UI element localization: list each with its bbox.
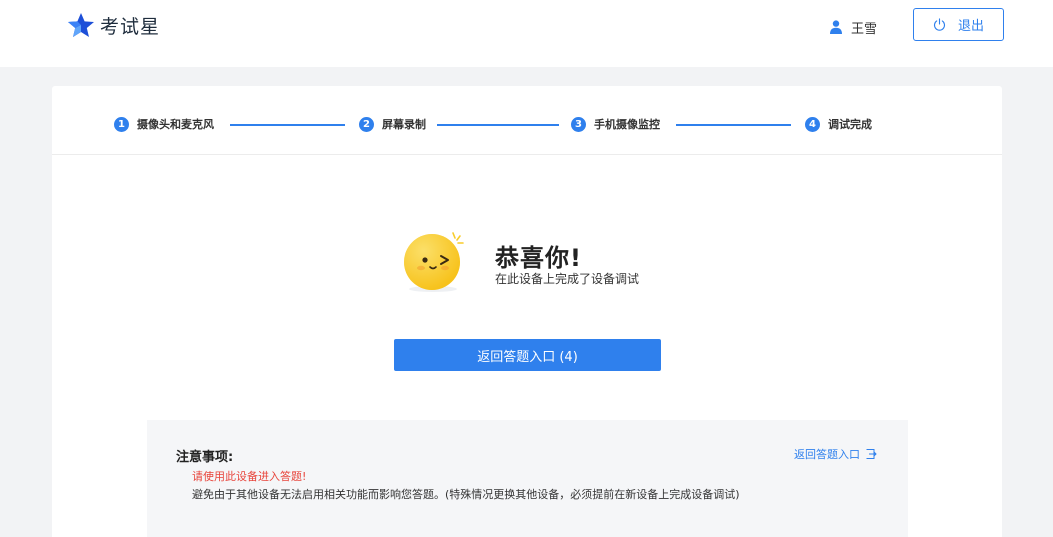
step-1: 1 摄像头和麦克风 bbox=[114, 116, 214, 132]
step-1-label: 摄像头和麦克风 bbox=[137, 118, 214, 131]
step-1-number: 1 bbox=[114, 116, 129, 132]
logout-button[interactable]: 退出 bbox=[913, 8, 1004, 41]
exit-door-icon bbox=[866, 449, 877, 459]
main-card: 1 摄像头和麦克风 2 屏幕录制 3 手机摄像监控 4 调试完成 恭喜你! 在此… bbox=[52, 86, 1002, 537]
step-connector-3 bbox=[676, 124, 791, 126]
congrats-subtitle: 在此设备上完成了设备调试 bbox=[495, 272, 640, 286]
step-4-label: 调试完成 bbox=[828, 118, 872, 131]
step-2: 2 屏幕录制 bbox=[359, 116, 426, 132]
star-logo-icon bbox=[68, 13, 94, 37]
top-bar: 考试星 王雪 退出 bbox=[0, 0, 1053, 67]
notice-warning: 请使用此设备进入答题! bbox=[192, 470, 307, 483]
notice-title: 注意事项: bbox=[176, 450, 234, 465]
step-3: 3 手机摄像监控 bbox=[571, 116, 660, 132]
user-name: 王雪 bbox=[851, 21, 878, 37]
user-info[interactable]: 王雪 bbox=[830, 17, 877, 37]
logo[interactable]: 考试星 bbox=[66, 10, 160, 40]
step-3-label: 手机摄像监控 bbox=[594, 118, 660, 131]
notice-description: 避免由于其他设备无法启用相关功能而影响您答题。(特殊情况更换其他设备，必须提前在… bbox=[192, 488, 740, 501]
winking-emoji-icon bbox=[404, 232, 464, 292]
return-entry-link[interactable]: 返回答题入口 bbox=[794, 446, 877, 462]
logo-text: 考试星 bbox=[100, 15, 161, 38]
step-connector-2 bbox=[437, 124, 559, 126]
step-2-label: 屏幕录制 bbox=[382, 118, 426, 131]
logout-label: 退出 bbox=[957, 19, 984, 34]
power-icon bbox=[933, 18, 946, 31]
step-4: 4 调试完成 bbox=[805, 116, 872, 132]
return-to-exam-button[interactable]: 返回答题入口 (4) bbox=[394, 339, 661, 371]
return-entry-link-label: 返回答题入口 bbox=[794, 448, 860, 461]
user-icon bbox=[830, 20, 842, 34]
notice-panel: 注意事项: 请使用此设备进入答题! 避免由于其他设备无法启用相关功能而影响您答题… bbox=[147, 420, 908, 537]
step-4-number: 4 bbox=[805, 116, 820, 132]
step-2-number: 2 bbox=[359, 116, 374, 132]
congrats-title: 恭喜你! bbox=[495, 244, 582, 272]
step-3-number: 3 bbox=[571, 116, 586, 132]
step-progress: 1 摄像头和麦克风 2 屏幕录制 3 手机摄像监控 4 调试完成 bbox=[52, 86, 1002, 155]
step-connector-1 bbox=[230, 124, 345, 126]
